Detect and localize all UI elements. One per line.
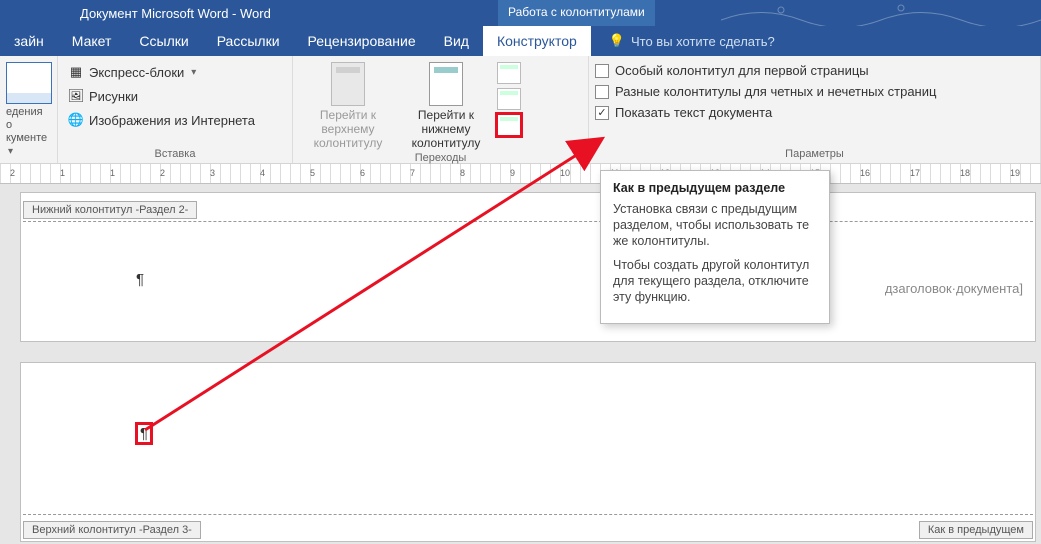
link-to-previous-tooltip: Как в предыдущем разделе Установка связи… (600, 170, 830, 324)
horizontal-ruler[interactable]: 2112345678910111213141516171819 (0, 164, 1041, 184)
tab-mailings[interactable]: Рассылки (203, 26, 294, 56)
ruler-number: 16 (860, 168, 870, 178)
checkbox-icon (595, 64, 609, 78)
goto-footer-icon (429, 62, 463, 106)
ruler-number: 5 (310, 168, 315, 178)
pilcrow-mark-highlighted: ¶ (138, 425, 150, 442)
ruler-number: 4 (260, 168, 265, 178)
window-title: Документ Microsoft Word - Word (80, 6, 271, 21)
pictures-button[interactable]: 🖼 Рисунки (64, 86, 286, 106)
ruler-number: 2 (160, 168, 165, 178)
ruler-number: 1 (60, 168, 65, 178)
goto-header-icon (331, 62, 365, 106)
tab-references[interactable]: Ссылки (125, 26, 202, 56)
header-boundary (23, 514, 1033, 515)
page-section-3: ¶ Верхний колонтитул -Раздел 3- Как в пр… (20, 362, 1036, 542)
group-insert-label: Вставка (64, 146, 286, 163)
tooltip-paragraph-1: Установка связи с предыдущим разделом, ч… (613, 201, 817, 249)
document-info-label: едения о кументе ▾ (6, 106, 51, 158)
ruler-number: 7 (410, 168, 415, 178)
bulb-icon: 💡 (609, 33, 625, 49)
tell-me-box[interactable]: 💡 Что вы хотите сделать? (591, 26, 775, 56)
document-info-icon[interactable] (6, 62, 52, 104)
ribbon: едения о кументе ▾ ▦ Экспресс-блоки▾ 🖼 Р… (0, 56, 1041, 164)
quick-parts-button[interactable]: ▦ Экспресс-блоки▾ (64, 62, 286, 82)
next-section-button[interactable] (497, 88, 521, 110)
ruler-number: 6 (360, 168, 365, 178)
tab-layout[interactable]: Макет (58, 26, 126, 56)
ruler-number: 19 (1010, 168, 1020, 178)
group-parameters: Особый колонтитул для первой страницы Ра… (589, 56, 1041, 163)
tab-design[interactable]: зайн (0, 26, 58, 56)
title-bar: Документ Microsoft Word - Word Работа с … (0, 0, 1041, 26)
ruler-number: 18 (960, 168, 970, 178)
online-pictures-icon: 🌐 (68, 112, 84, 128)
tab-view[interactable]: Вид (430, 26, 483, 56)
ruler-number: 1 (110, 168, 115, 178)
page-section-2: Нижний колонтитул -Раздел 2- ¶ дзаголово… (20, 192, 1036, 342)
group-insert: ▦ Экспресс-блоки▾ 🖼 Рисунки 🌐 Изображени… (58, 56, 293, 163)
goto-footer-button[interactable]: Перейти к нижнему колонтитулу (397, 60, 495, 150)
ruler-number: 8 (460, 168, 465, 178)
footer-section-tag: Нижний колонтитул -Раздел 2- (23, 201, 197, 219)
tab-constructor[interactable]: Конструктор (483, 26, 591, 56)
different-odd-even-checkbox[interactable]: Разные колонтитулы для четных и нечетных… (595, 84, 936, 99)
different-first-page-checkbox[interactable]: Особый колонтитул для первой страницы (595, 63, 936, 78)
context-tab-label: Работа с колонтитулами (498, 0, 655, 26)
footer-boundary (23, 221, 1033, 222)
tab-review[interactable]: Рецензирование (294, 26, 430, 56)
goto-header-button[interactable]: Перейти к верхнему колонтитулу (299, 60, 397, 150)
ruler-number: 17 (910, 168, 920, 178)
title-decoration (721, 0, 1041, 26)
tooltip-paragraph-2: Чтобы создать другой колонтитул для теку… (613, 257, 817, 305)
group-parameters-label: Параметры (595, 146, 1034, 163)
document-subtitle-text: дзаголовок·документа] (885, 281, 1023, 296)
tooltip-title: Как в предыдущем разделе (613, 181, 817, 195)
same-as-previous-tag: Как в предыдущем (919, 521, 1033, 539)
checkbox-checked-icon: ✓ (595, 106, 609, 120)
pictures-icon: 🖼 (68, 88, 84, 104)
ruler-number: 9 (510, 168, 515, 178)
group-navigation: Перейти к верхнему колонтитулу Перейти к… (293, 56, 589, 163)
ribbon-tabs: зайн Макет Ссылки Рассылки Рецензировани… (0, 26, 1041, 56)
ruler-number: 10 (560, 168, 570, 178)
pilcrow-mark: ¶ (136, 271, 144, 288)
header-section-tag: Верхний колонтитул -Раздел 3- (23, 521, 201, 539)
link-to-previous-button[interactable] (497, 114, 521, 136)
previous-section-button[interactable] (497, 62, 521, 84)
quick-parts-icon: ▦ (68, 64, 84, 80)
online-pictures-button[interactable]: 🌐 Изображения из Интернета (64, 110, 286, 130)
show-document-text-checkbox[interactable]: ✓ Показать текст документа (595, 105, 936, 120)
group-document-info: едения о кументе ▾ (0, 56, 58, 163)
document-area: Нижний колонтитул -Раздел 2- ¶ дзаголово… (0, 184, 1041, 544)
tell-me-text: Что вы хотите сделать? (631, 34, 775, 49)
checkbox-icon (595, 85, 609, 99)
ruler-number: 3 (210, 168, 215, 178)
ruler-number: 2 (10, 168, 15, 178)
